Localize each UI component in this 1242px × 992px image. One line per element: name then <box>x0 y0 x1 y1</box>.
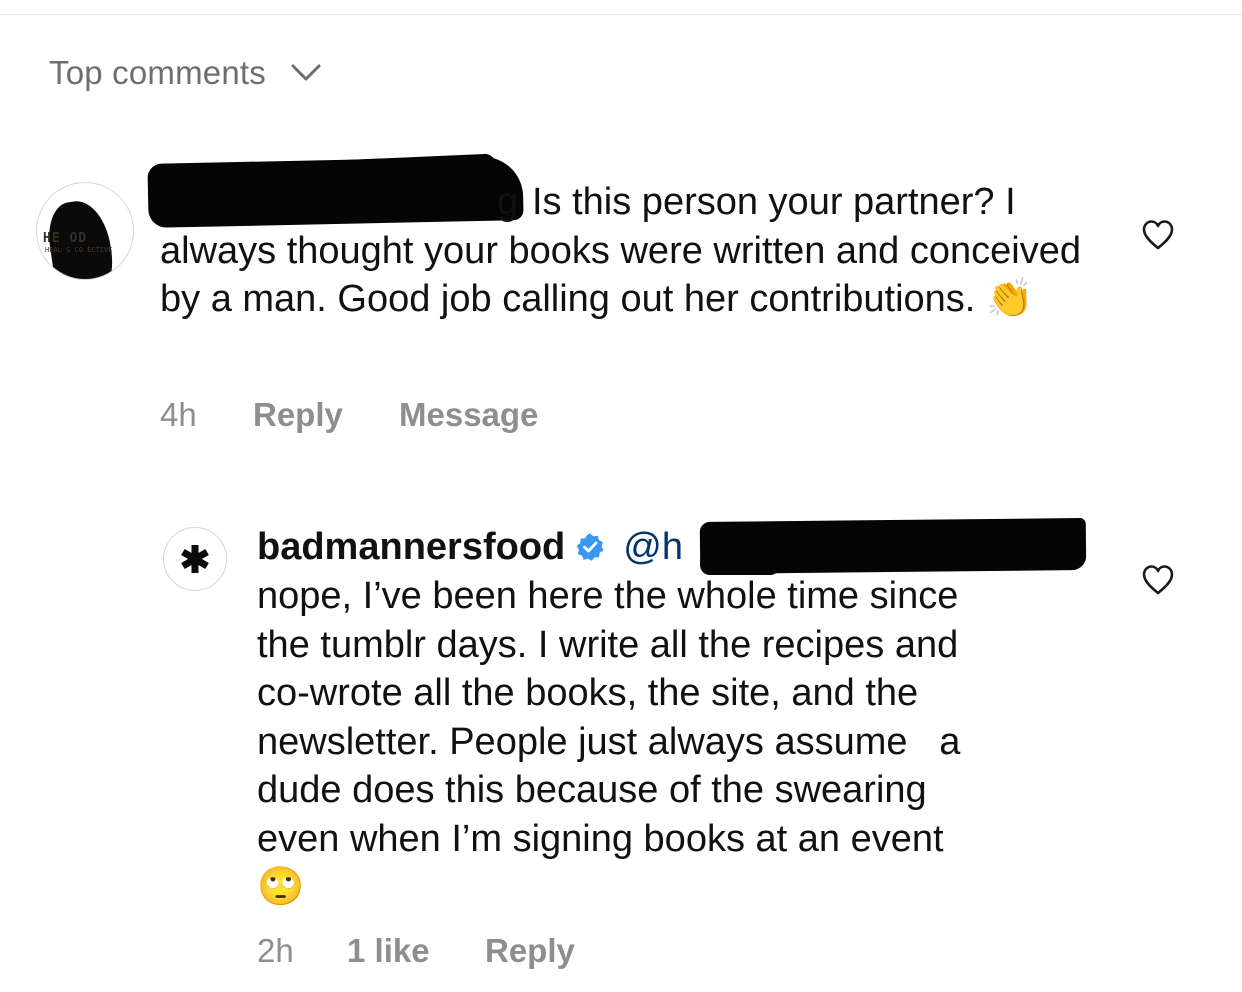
clapping-hands-icon: 👏 <box>985 278 1034 320</box>
eye-roll-face-icon: 🙄 <box>257 866 305 908</box>
reply-button[interactable]: Reply <box>253 396 399 434</box>
reply-line: nope, I’ve been here the whole time sinc… <box>257 575 959 617</box>
sort-label: Top comments <box>49 54 266 91</box>
reply-username[interactable]: badmannersfood <box>257 526 565 569</box>
reply-text: nope, I’ve been here the whole time sinc… <box>257 572 1077 912</box>
reply-avatar[interactable] <box>163 527 227 591</box>
username-fragment: g <box>497 181 519 223</box>
comment-meta: 4h Reply Message <box>160 396 538 434</box>
chevron-down-icon <box>291 64 321 81</box>
reply-line: co-wrote all the books, the site, and th… <box>257 672 919 714</box>
top-comments-sort-toggle[interactable]: Top comments <box>49 54 322 92</box>
reply-timestamp: 2h <box>257 932 294 969</box>
reply-line: dude does this because of the swearing <box>257 769 927 811</box>
heart-outline-icon[interactable] <box>1141 219 1175 251</box>
asterisk-logo-icon <box>181 545 209 573</box>
comment-timestamp: 4h <box>160 396 197 433</box>
commenter-avatar[interactable]: HE OD HEAL G CO ECTIVE <box>36 182 134 280</box>
avatar-logo-subtext: HEAL G CO ECTIVE <box>45 246 113 254</box>
reply-button[interactable]: Reply <box>485 932 575 970</box>
likes-count-link[interactable]: 1 like <box>347 932 485 970</box>
reply-line: the tumblr days. I write all the recipes… <box>257 623 959 666</box>
reply-line: even when I’m signing books at an event <box>257 817 944 860</box>
reply-line: newsletter. People just always assume a <box>257 720 961 763</box>
reply-meta: 2h 1 like Reply <box>257 932 575 970</box>
message-button[interactable]: Message <box>399 396 538 434</box>
heart-outline-icon[interactable] <box>1141 564 1175 596</box>
avatar-logo-text: HE OD <box>43 231 88 246</box>
mention-link[interactable]: @h <box>623 526 683 569</box>
top-divider <box>0 14 1242 15</box>
verified-badge-icon <box>576 533 604 561</box>
